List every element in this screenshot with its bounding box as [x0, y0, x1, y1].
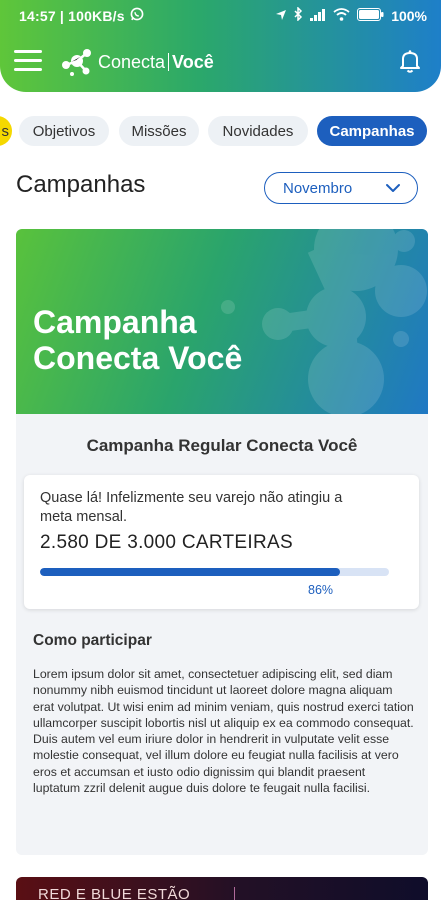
battery-icon	[357, 7, 384, 24]
battery-percent: 100%	[391, 7, 427, 24]
menu-icon-line	[14, 59, 42, 62]
banner-title-line2: Conecta Você	[33, 340, 243, 376]
logo-icon	[62, 49, 91, 76]
notifications-button[interactable]	[397, 48, 423, 74]
progress-bar	[40, 568, 389, 576]
banner-title-line1: Campanha	[33, 304, 197, 340]
progress-count: 2.580 DE 3.000 CARTEIRAS	[40, 532, 293, 553]
app-logo: Conecta Você	[60, 46, 214, 78]
tab-campanhas[interactable]: Campanhas	[317, 116, 427, 146]
month-select[interactable]: Novembro	[264, 172, 418, 204]
menu-icon-line	[14, 68, 42, 71]
next-card-divider	[234, 887, 235, 900]
month-select-value: Novembro	[283, 179, 353, 197]
next-campaign-card[interactable]: RED E BLUE ESTÃO	[16, 877, 428, 900]
next-card-text: RED E BLUE ESTÃO	[38, 886, 191, 900]
progress-message: Quase lá! Infelizmente seu varejo não at…	[40, 490, 343, 525]
logo-text: Conecta Você	[98, 52, 214, 73]
app-header: 14:57 | 100KB/s 100% Conecta Você	[0, 0, 441, 92]
wifi-icon	[333, 7, 350, 24]
banner-title: Campanha Conecta Você	[33, 304, 242, 376]
signal-icon	[310, 8, 326, 24]
how-to-participate-title: Como participar	[33, 632, 152, 649]
tab-novidades[interactable]: Novidades	[208, 116, 308, 146]
bluetooth-icon	[294, 6, 303, 24]
bell-icon	[400, 50, 420, 73]
chevron-down-icon	[386, 184, 400, 192]
progress-percent: 86%	[308, 583, 334, 597]
logo-divider	[168, 53, 170, 71]
how-to-participate-body: Lorem ipsum dolor sit amet, consectetuer…	[33, 667, 414, 796]
tab-objetivos[interactable]: Objetivos	[19, 116, 109, 146]
menu-icon-line	[14, 50, 42, 53]
location-icon	[275, 8, 287, 24]
logo-text-voce: Você	[172, 51, 214, 72]
tab-missoes[interactable]: Missões	[119, 116, 199, 146]
campaign-banner: Campanha Conecta Você	[16, 229, 428, 414]
status-bar: 14:57 | 100KB/s 100%	[0, 0, 441, 32]
tab-partial[interactable]: s	[0, 116, 12, 146]
category-tabs: s Objetivos Missões Novidades Campanhas	[0, 114, 441, 148]
progress-card: Quase lá! Infelizmente seu varejo não at…	[24, 475, 419, 609]
status-time-speed: 14:57 | 100KB/s	[19, 7, 125, 24]
logo-text-conecta: Conecta	[98, 51, 166, 72]
progress-bar-fill	[40, 568, 341, 576]
page-title: Campanhas	[16, 171, 146, 198]
menu-button[interactable]	[14, 50, 42, 72]
app-bar: Conecta Você	[0, 40, 441, 84]
status-right: 100%	[275, 6, 427, 24]
status-left: 14:57 | 100KB/s	[19, 7, 144, 24]
campaign-card[interactable]: Campanha Conecta Você Campanha Regular C…	[16, 229, 428, 855]
whatsapp-icon	[130, 7, 144, 24]
campaign-subtitle: Campanha Regular Conecta Você	[86, 436, 358, 455]
